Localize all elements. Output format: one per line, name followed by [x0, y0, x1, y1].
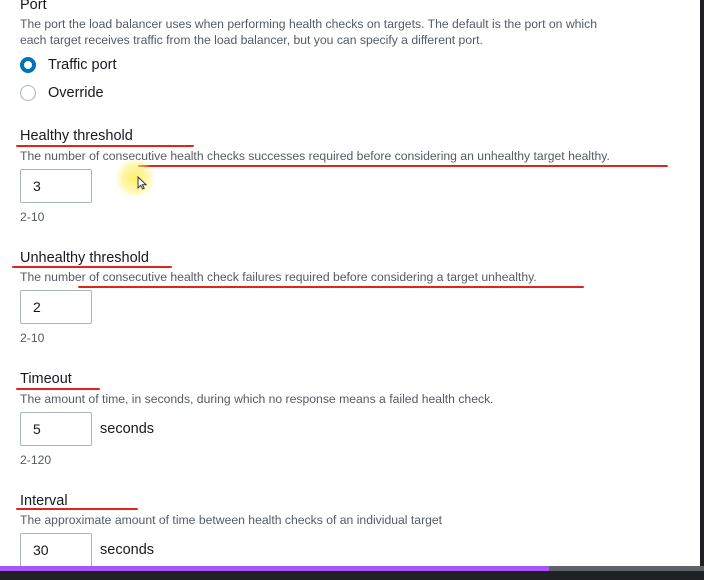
interval-input[interactable]: [20, 533, 92, 567]
healthy-threshold-title: Healthy threshold: [20, 128, 133, 144]
unhealthy-threshold-input[interactable]: [20, 290, 92, 324]
timeout-input[interactable]: [20, 412, 92, 446]
radio-traffic-port[interactable]: Traffic port: [20, 55, 117, 75]
annotation-underline: [138, 165, 668, 167]
radio-unselected-icon[interactable]: [20, 85, 36, 101]
port-title: Port: [20, 0, 47, 13]
timeout-description: The amount of time, in seconds, during w…: [20, 392, 494, 406]
timeout-title: Timeout: [20, 371, 72, 387]
radio-traffic-port-label: Traffic port: [48, 57, 117, 73]
unhealthy-threshold-description: The number of consecutive health check f…: [20, 270, 537, 284]
healthy-threshold-constraint: 2-10: [20, 210, 45, 224]
radio-override[interactable]: Override: [20, 83, 104, 103]
progress-fill: [0, 566, 550, 571]
port-description: The port the load balancer uses when per…: [20, 17, 597, 31]
timeout-constraint: 2-120: [20, 453, 52, 467]
unhealthy-threshold-title: Unhealthy threshold: [20, 250, 149, 266]
annotation-underline: [78, 286, 584, 288]
health-check-settings-panel: Port The port the load balancer uses whe…: [0, 0, 700, 567]
healthy-threshold-description: The number of consecutive health checks …: [20, 149, 610, 163]
annotation-underline: [16, 508, 138, 510]
radio-selected-icon[interactable]: [20, 57, 36, 73]
radio-override-label: Override: [48, 85, 104, 101]
window-edge: [700, 0, 704, 566]
annotation-underline: [16, 145, 194, 147]
timeout-unit-label: seconds: [100, 421, 155, 437]
unhealthy-threshold-constraint: 2-10: [20, 331, 45, 345]
mouse-pointer-icon: [137, 176, 147, 190]
video-progress-bar[interactable]: [0, 566, 704, 580]
annotation-underline: [16, 388, 100, 390]
port-description-line2: each target receives traffic from the lo…: [20, 33, 483, 47]
interval-unit-label: seconds: [100, 542, 155, 558]
interval-description: The approximate amount of time between h…: [20, 513, 443, 527]
annotation-underline: [12, 266, 172, 268]
healthy-threshold-input[interactable]: [20, 169, 92, 203]
cursor-highlight: [115, 158, 155, 198]
